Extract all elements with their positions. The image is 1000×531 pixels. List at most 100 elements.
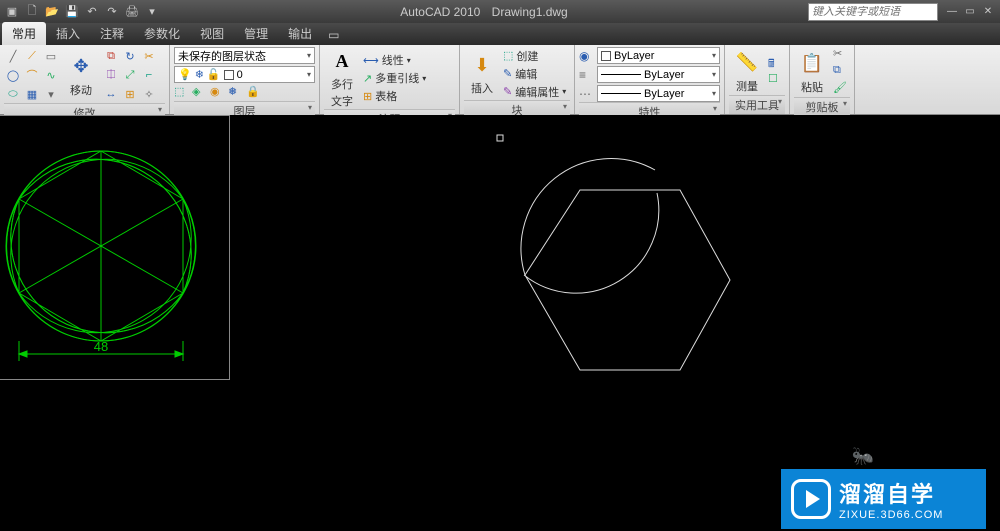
- fillet-icon[interactable]: ⌐: [140, 66, 158, 84]
- search-input[interactable]: [812, 6, 934, 18]
- layer-prop-icon[interactable]: ⬚: [174, 85, 190, 101]
- app-menu-icon[interactable]: ▣: [4, 4, 20, 20]
- undo-icon[interactable]: ↶: [84, 4, 100, 20]
- layer-iso-icon[interactable]: ◈: [192, 85, 208, 101]
- maximize-icon[interactable]: ▭: [962, 4, 978, 20]
- leader-button[interactable]: ↗多重引线▾: [363, 70, 426, 87]
- block-stack: ⬚创建 ✎编辑 ✎编辑属性▾: [503, 47, 566, 100]
- tab-annotate[interactable]: 注释: [90, 22, 134, 45]
- panel-layer: 未保存的图层状态 💡 ❄ 🔓 0 ⬚ ◈ ◉ ❅ 🔒 图层: [170, 45, 320, 114]
- clip-stack: ✂ ⧉ 🖌: [833, 47, 849, 97]
- color-combo[interactable]: ByLayer: [597, 47, 720, 64]
- mtext-button[interactable]: A 多行 文字: [324, 47, 360, 109]
- open-icon[interactable]: 📂: [44, 4, 60, 20]
- stretch-icon[interactable]: ↔: [102, 85, 120, 103]
- watermark-main: 溜溜自学: [839, 477, 943, 509]
- create-icon: ⬚: [503, 49, 513, 62]
- edit-attr-button[interactable]: ✎编辑属性▾: [503, 83, 566, 100]
- util-stack: 🖩 ☐: [768, 55, 784, 88]
- panel-annotate: A 多行 文字 ⟷线性▾ ↗多重引线▾ ⊞表格 注释: [320, 45, 460, 114]
- mtext-label1: 多行: [331, 76, 353, 92]
- explode-icon[interactable]: ✧: [140, 85, 158, 103]
- tab-extra-icon[interactable]: ▭: [322, 25, 345, 45]
- panel-modify: ╱ ⟋ ▭ ◯ ⌒ ∿ ⬭ ▦ ▾ ✥ 移动 ⧉ ↻ ✂ ⎅ ⤢ ⌐ ↔: [0, 45, 170, 114]
- annot-stack: ⟷线性▾ ↗多重引线▾ ⊞表格: [363, 52, 426, 105]
- print-icon[interactable]: 🖨: [124, 4, 140, 20]
- ltype-icon[interactable]: ⋯: [579, 87, 595, 101]
- color-icon[interactable]: ◉: [579, 49, 595, 63]
- array-icon[interactable]: ⊞: [121, 85, 139, 103]
- tab-output[interactable]: 输出: [278, 22, 322, 45]
- window-title: AutoCAD 2010 Drawing1.dwg: [160, 5, 808, 19]
- leader-icon: ↗: [363, 72, 372, 85]
- copy-icon[interactable]: ⧉: [102, 47, 120, 65]
- line-icon[interactable]: ╱: [4, 47, 22, 65]
- play-icon: [791, 479, 831, 519]
- layer-color-swatch: [224, 70, 234, 80]
- ellipse-icon[interactable]: ⬭: [4, 85, 22, 103]
- rotate-icon[interactable]: ↻: [121, 47, 139, 65]
- layer-name: 0: [237, 69, 243, 81]
- panel-properties: ◉ ByLayer ≡ ByLayer ⋯ ByLayer: [575, 45, 725, 114]
- edit-block-button[interactable]: ✎编辑: [503, 65, 566, 82]
- spline-icon[interactable]: ∿: [42, 66, 60, 84]
- more-icon[interactable]: ▾: [42, 85, 60, 103]
- drawing-canvas[interactable]: 48 🐜 溜溜自学 ZIXUE.3D66.COM: [0, 115, 1000, 531]
- copy-clip-icon[interactable]: ⧉: [833, 64, 849, 80]
- measure-button[interactable]: 📏 测量: [729, 49, 765, 94]
- save-icon[interactable]: 💾: [64, 4, 80, 20]
- match-icon[interactable]: 🖌: [833, 81, 849, 97]
- hatch-icon[interactable]: ▦: [23, 85, 41, 103]
- layer-freeze-icon[interactable]: ❅: [228, 85, 244, 101]
- linetype-combo[interactable]: ByLayer: [597, 85, 720, 102]
- tab-home[interactable]: 常用: [2, 22, 46, 45]
- rect-icon[interactable]: ▭: [42, 47, 60, 65]
- ribbon: ╱ ⟋ ▭ ◯ ⌒ ∿ ⬭ ▦ ▾ ✥ 移动 ⧉ ↻ ✂ ⎅ ⤢ ⌐ ↔: [0, 45, 1000, 115]
- freeze-icon: ❄: [195, 68, 204, 81]
- cut-icon[interactable]: ✂: [833, 47, 849, 63]
- tab-manage[interactable]: 管理: [234, 22, 278, 45]
- quick-access-toolbar: ▣ 🗋 📂 💾 ↶ ↷ 🖨 ▾: [4, 4, 160, 20]
- lw-sample: [601, 74, 641, 75]
- tab-insert[interactable]: 插入: [46, 22, 90, 45]
- layer-tools: ⬚ ◈ ◉ ❅ 🔒: [174, 85, 315, 101]
- table-button[interactable]: ⊞表格: [363, 88, 426, 105]
- minimize-icon[interactable]: —: [944, 4, 960, 20]
- panel-util-label[interactable]: 实用工具: [729, 95, 785, 114]
- qat-dropdown-icon[interactable]: ▾: [144, 4, 160, 20]
- paste-label: 粘贴: [801, 79, 823, 95]
- linear-icon: ⟷: [363, 54, 379, 67]
- file-name: Drawing1.dwg: [492, 5, 568, 19]
- polyline-icon[interactable]: ⟋: [23, 47, 41, 65]
- select-icon[interactable]: ☐: [768, 72, 784, 88]
- layer-lock-icon[interactable]: 🔒: [246, 85, 262, 101]
- layer-off-icon[interactable]: ◉: [210, 85, 226, 101]
- tab-view[interactable]: 视图: [190, 22, 234, 45]
- main-drawing: [310, 115, 910, 515]
- layer-combo[interactable]: 💡 ❄ 🔓 0: [174, 66, 315, 83]
- create-block-button[interactable]: ⬚创建: [503, 47, 566, 64]
- tab-param[interactable]: 参数化: [134, 22, 190, 45]
- measure-icon: 📏: [733, 49, 761, 77]
- paste-button[interactable]: 📋 粘贴: [794, 50, 830, 95]
- lineweight-combo[interactable]: ByLayer: [597, 66, 720, 83]
- help-search[interactable]: [808, 3, 938, 21]
- panel-clip-label[interactable]: 剪贴板: [794, 97, 850, 116]
- linear-dim-button[interactable]: ⟷线性▾: [363, 52, 426, 69]
- ribbon-tabs: 常用 插入 注释 参数化 视图 管理 输出 ▭: [0, 23, 1000, 45]
- arc-icon[interactable]: ⌒: [23, 66, 41, 84]
- new-icon[interactable]: 🗋: [24, 4, 40, 20]
- scale-icon[interactable]: ⤢: [121, 66, 139, 84]
- circle-icon[interactable]: ◯: [4, 66, 22, 84]
- calc-icon[interactable]: 🖩: [768, 55, 784, 71]
- trim-icon[interactable]: ✂: [140, 47, 158, 65]
- close-icon[interactable]: ✕: [980, 4, 996, 20]
- layer-state-combo[interactable]: 未保存的图层状态: [174, 47, 315, 64]
- lweight-icon[interactable]: ≡: [579, 68, 595, 82]
- move-button[interactable]: ✥ 移动: [63, 53, 99, 98]
- mirror-icon[interactable]: ⎅: [102, 66, 120, 84]
- panel-clipboard: 📋 粘贴 ✂ ⧉ 🖌 剪贴板: [790, 45, 855, 114]
- redo-icon[interactable]: ↷: [104, 4, 120, 20]
- move-label: 移动: [70, 82, 92, 98]
- insert-button[interactable]: ⬇ 插入: [464, 51, 500, 96]
